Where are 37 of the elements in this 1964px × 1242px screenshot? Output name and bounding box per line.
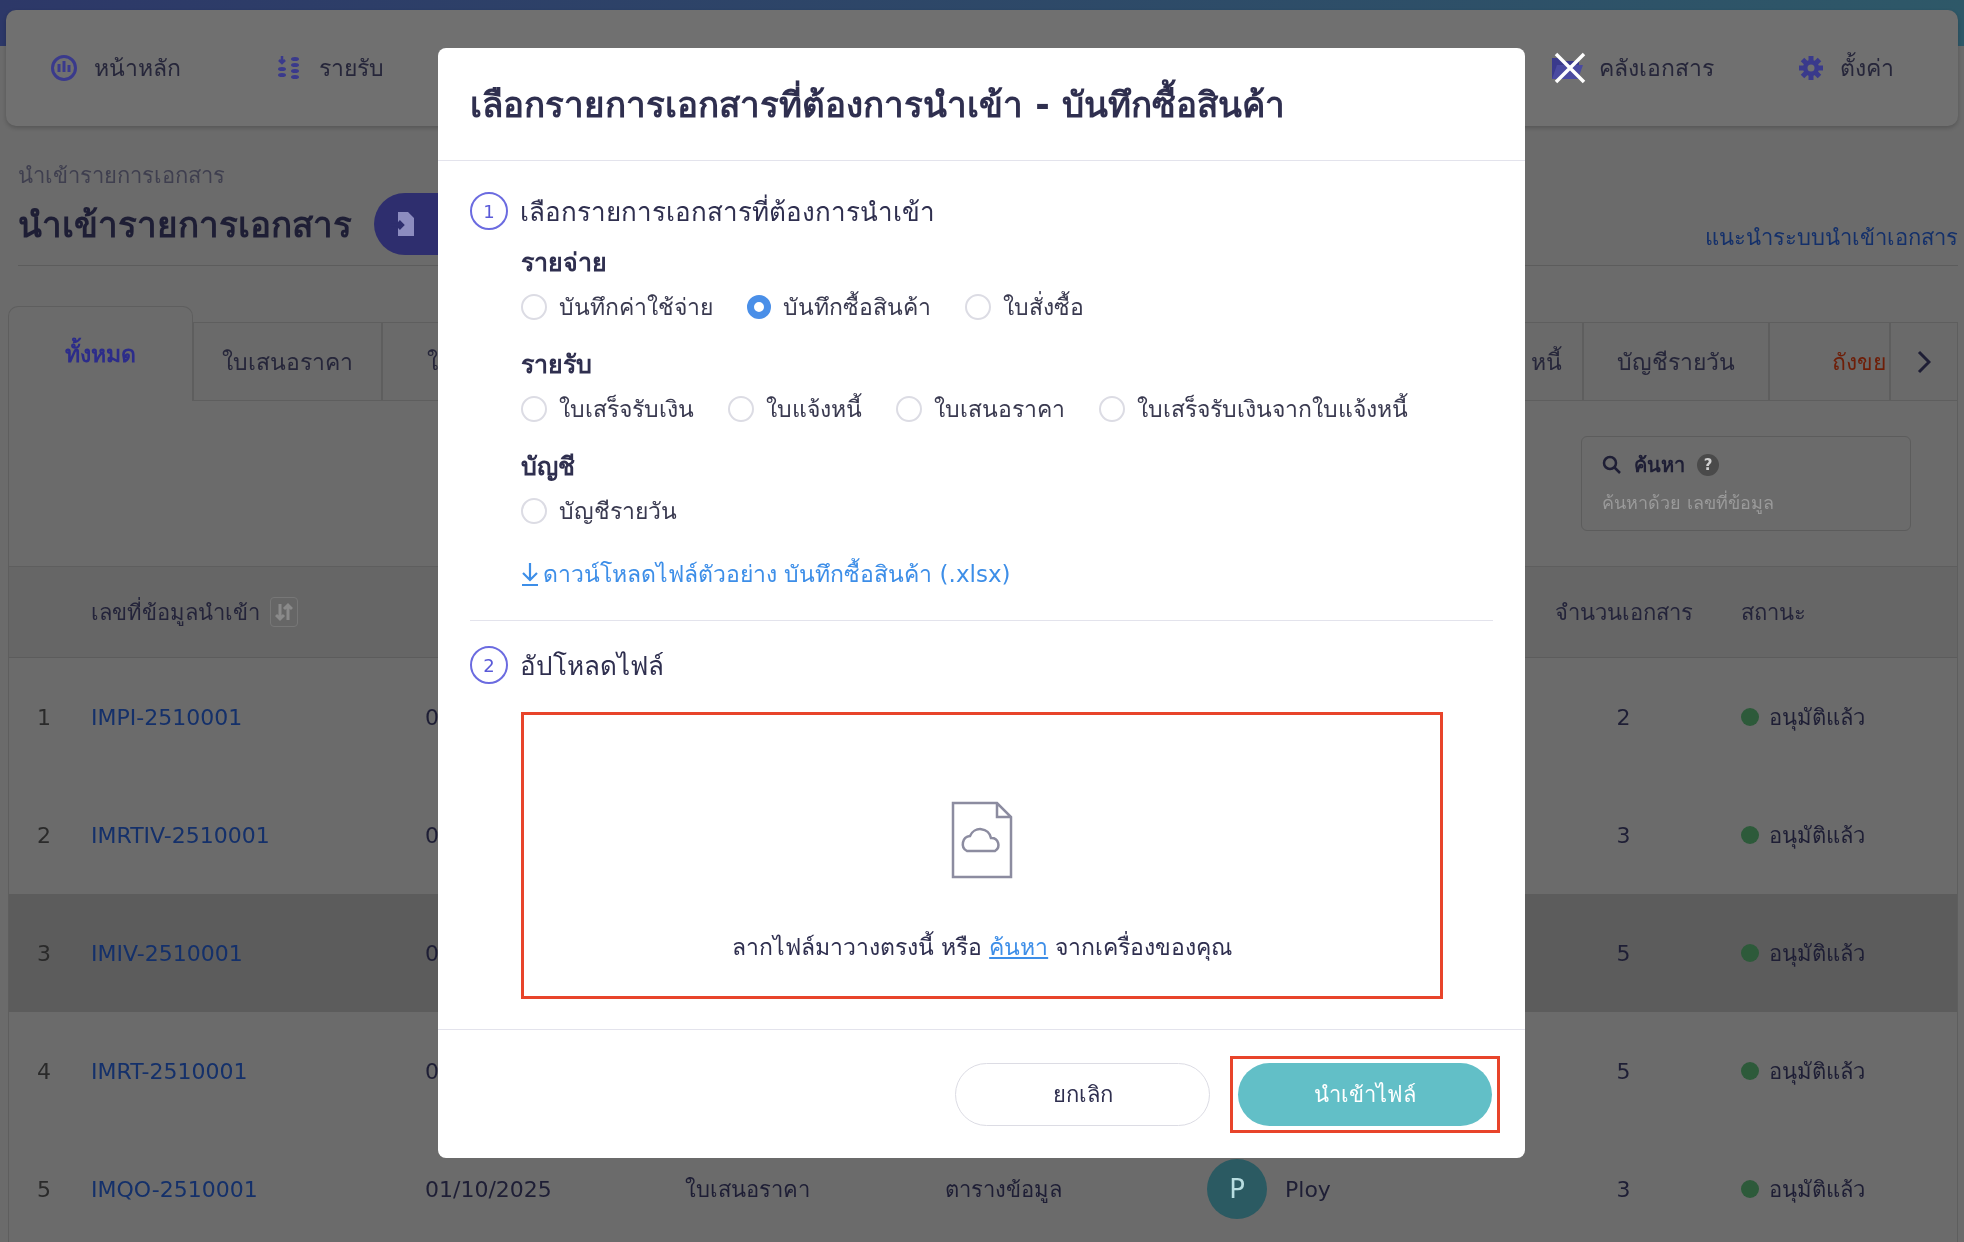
row-number: 2 [36,822,52,848]
table-cell-text: 0 [424,1058,440,1084]
group-label: บัญชี [521,451,576,483]
table-cell-text: ตารางข้อมูล [945,1175,1062,1205]
dialog-title: เลือกรายการเอกสารที่ต้องการนำเข้า - บันทึกซื้อสินค้า [470,76,1285,132]
status-label: อนุมัติแล้ว [1769,1057,1865,1087]
table-cell-text: 3 [1615,822,1632,848]
status-label: อนุมัติแล้ว [1769,939,1865,969]
user-name: Ploy [1285,1176,1331,1202]
status-label: อนุมัติแล้ว [1769,1175,1865,1205]
step-number: 2 [470,646,508,684]
table-cell-text: ใบเสนอราคา [685,1175,810,1204]
table-cell-text: 2 [1615,704,1632,730]
status-label: อนุมัติแล้ว [1769,703,1865,733]
step-number: 1 [470,192,508,230]
dropzone-text: ลากไฟล์มาวางตรงนี้ หรือ ค้นหา จากเครื่องของคุณ [731,929,1233,965]
page-title: นำเข้ารายการเอกสาร [18,203,352,247]
group-label: รายจ่าย [521,247,608,279]
row-number: 1 [36,704,52,730]
table-cell-text: 5 [1615,940,1632,966]
step-title: อัปโหลดไฟล์ [520,649,664,683]
table-cell-text: 0 [424,940,440,966]
table-cell-text: 3 [1615,1176,1632,1202]
row-number: 4 [36,1058,52,1084]
column-header: สถานะ [1741,598,1806,627]
row-number: 5 [36,1176,52,1202]
step-title: เลือกรายการเอกสารที่ต้องการนำเข้า [520,193,935,229]
table-cell-text: 01/10/2025 [424,1176,553,1202]
status-label: อนุมัติแล้ว [1769,821,1865,851]
table-cell-text: 0 [424,822,440,848]
column-header: เลขที่ข้อมูลนำเข้า [91,596,260,628]
column-header: จำนวนเอกสาร [1554,598,1693,627]
search-label: ค้นหา [1634,452,1685,479]
table-cell-text: 5 [1615,1058,1632,1084]
group-label: รายรับ [521,349,593,381]
table-cell-text: 0 [424,704,440,730]
user-avatar: P [1207,1159,1267,1219]
